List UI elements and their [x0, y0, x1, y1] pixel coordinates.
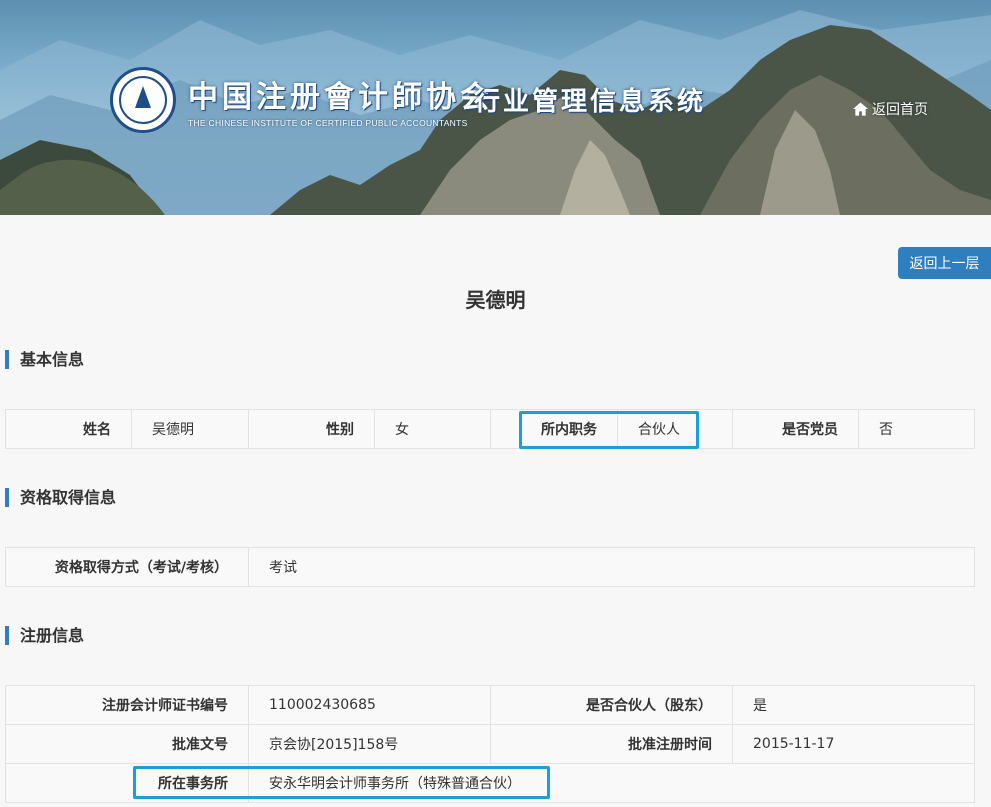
home-link-label: 返回首页: [872, 102, 928, 118]
party-label: 是否党员: [732, 409, 859, 449]
name-value: 吴德明: [131, 409, 249, 449]
position-value: 合伙人: [617, 409, 733, 449]
qualification-method-label: 资格取得方式（考试/考核）: [5, 547, 249, 587]
partner-label: 是否合伙人（股东）: [490, 685, 733, 725]
approval-doc-label: 批准文号: [5, 724, 249, 764]
approval-doc-value: 京会协[2015]158号: [248, 724, 491, 764]
section-title-qualification: 资格取得信息: [5, 488, 116, 507]
party-value: 否: [858, 409, 975, 449]
cicpa-logo[interactable]: 中国注册會计師协会 THE CHINESE INSTITUTE OF CERTI…: [110, 67, 494, 133]
gender-value: 女: [374, 409, 491, 449]
approval-date-label: 批准注册时间: [490, 724, 733, 764]
firm-label: 所在事务所: [5, 763, 249, 803]
partner-value: 是: [732, 685, 975, 725]
back-button[interactable]: 返回上一层: [898, 247, 991, 279]
qualification-table: 资格取得方式（考试/考核） 考试: [5, 547, 975, 587]
section-title-registration: 注册信息: [5, 626, 84, 645]
table-row: 姓名 吴德明 性别 女 所内职务 合伙人 是否党员 否: [5, 409, 975, 449]
section-title-basic: 基本信息: [5, 350, 84, 369]
logo-english-text: THE CHINESE INSTITUTE OF CERTIFIED PUBLI…: [188, 118, 468, 128]
system-title: 行业管理信息系统: [474, 87, 707, 117]
header-banner: 中国注册會计師协会 THE CHINESE INSTITUTE OF CERTI…: [0, 0, 991, 215]
firm-value: 安永华明会计师事务所（特殊普通合伙）: [248, 763, 975, 803]
qualification-method-value: 考试: [248, 547, 975, 587]
logo-chinese-text: 中国注册會计師协会: [188, 80, 494, 115]
home-icon: [853, 102, 868, 116]
table-row: 批准文号 京会协[2015]158号 批准注册时间 2015-11-17: [5, 724, 975, 764]
basic-info-table: 姓名 吴德明 性别 女 所内职务 合伙人 是否党员 否: [5, 409, 975, 449]
table-row: 所在事务所 安永华明会计师事务所（特殊普通合伙）: [5, 763, 975, 803]
approval-date-value: 2015-11-17: [732, 724, 975, 764]
cert-number-label: 注册会计师证书编号: [5, 685, 249, 725]
table-row: 注册会计师证书编号 110002430685 是否合伙人（股东） 是: [5, 685, 975, 725]
cicpa-seal-icon: [110, 67, 176, 133]
table-row: 资格取得方式（考试/考核） 考试: [5, 547, 975, 587]
registration-table: 注册会计师证书编号 110002430685 是否合伙人（股东） 是 批准文号 …: [5, 685, 975, 803]
name-label: 姓名: [5, 409, 132, 449]
page-title: 吴德明: [465, 288, 526, 312]
home-link[interactable]: 返回首页: [853, 99, 928, 119]
position-label: 所内职务: [490, 409, 618, 449]
cert-number-value: 110002430685: [248, 685, 491, 725]
gender-label: 性别: [248, 409, 375, 449]
